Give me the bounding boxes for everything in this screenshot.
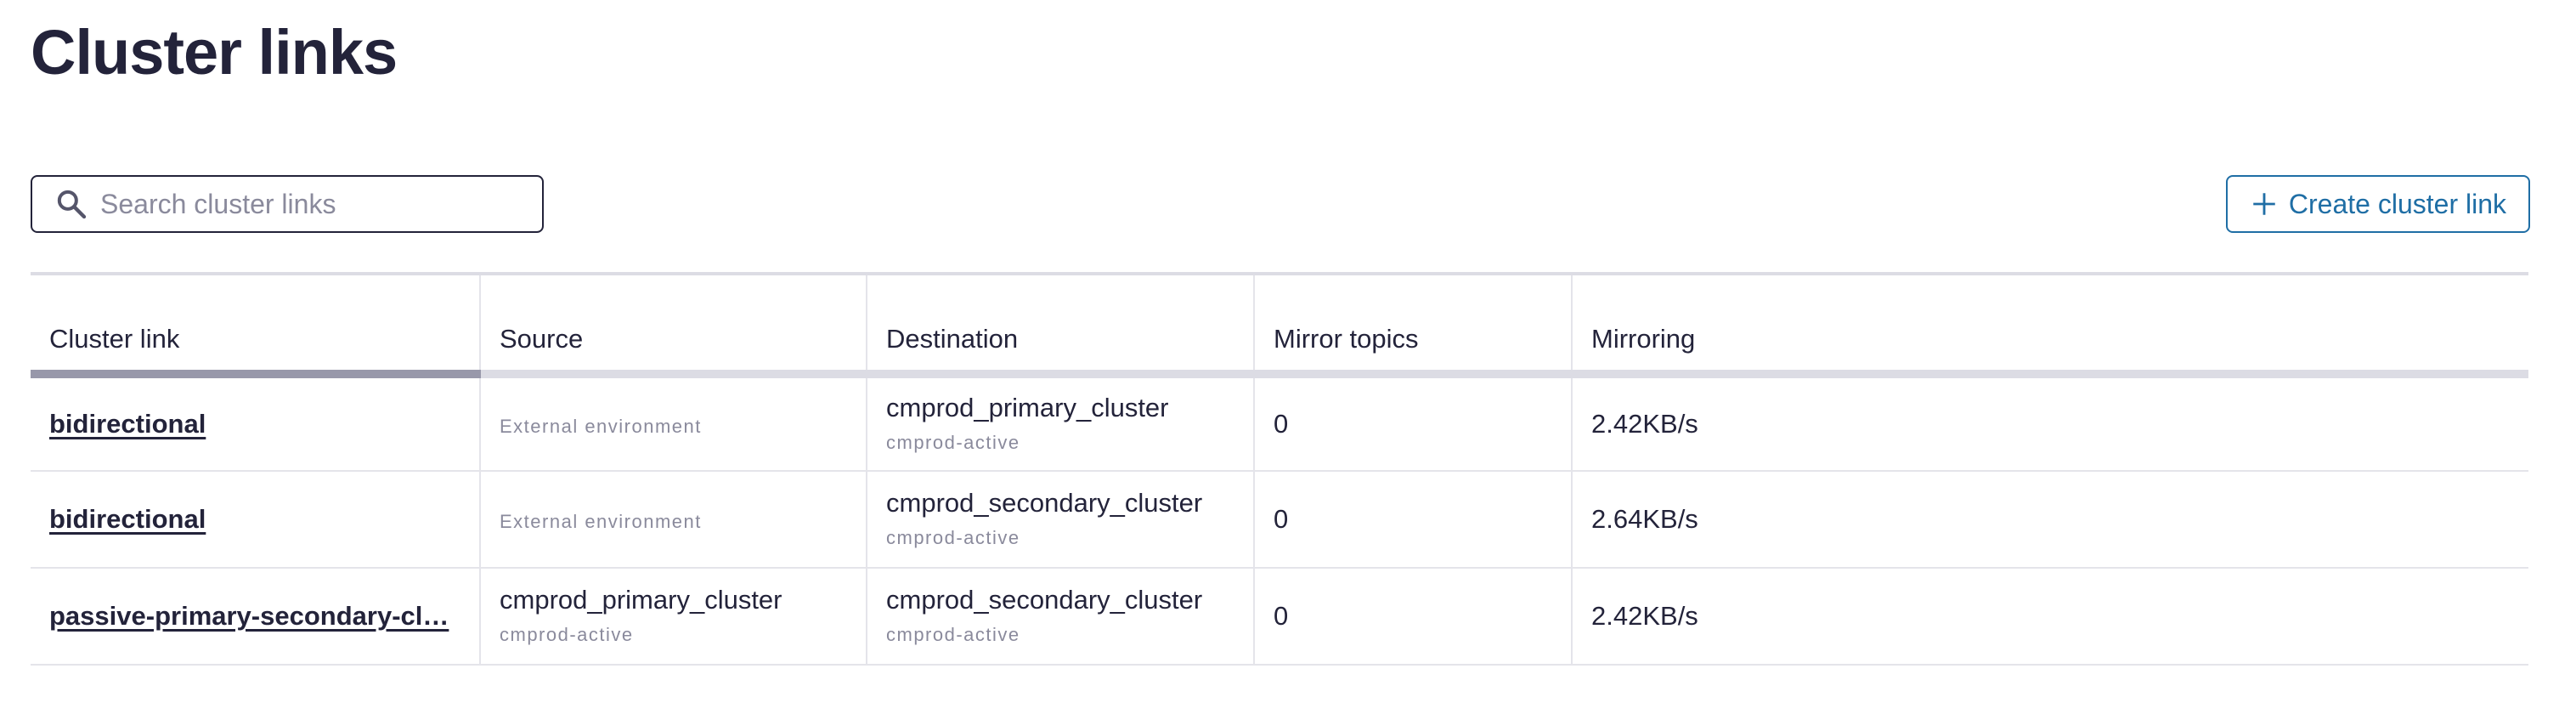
cell-destination: cmprod_secondary_cluster cmprod-active — [867, 471, 1255, 569]
create-cluster-link-button[interactable]: Create cluster link — [2225, 175, 2530, 233]
column-header-cluster-link[interactable]: Cluster link — [31, 272, 481, 378]
table-row: passive-primary-secondary-cl… cmprod_pri… — [31, 568, 2528, 666]
search-icon — [57, 190, 87, 219]
cell-destination: cmprod_secondary_cluster cmprod-active — [867, 568, 1255, 666]
destination-sub: cmprod-active — [886, 527, 1020, 548]
cell-mirroring: 2.42KB/s — [1572, 568, 2528, 666]
destination-sub: cmprod-active — [886, 432, 1020, 453]
source-sub: cmprod-active — [500, 624, 634, 645]
cell-mirror-topics: 0 — [1254, 568, 1573, 666]
cell-mirror-topics: 0 — [1254, 374, 1573, 472]
search-box[interactable] — [31, 175, 544, 233]
source-sub: External environment — [500, 511, 702, 532]
cell-cluster-link: bidirectional — [31, 471, 481, 569]
cluster-link-name[interactable]: bidirectional — [49, 409, 460, 439]
search-input[interactable] — [100, 188, 525, 220]
source-name: cmprod_primary_cluster — [500, 585, 782, 615]
cell-cluster-link: bidirectional — [31, 374, 481, 472]
cell-source: External environment — [480, 374, 867, 472]
destination-name: cmprod_secondary_cluster — [886, 585, 1203, 615]
destination-sub: cmprod-active — [886, 624, 1020, 645]
cell-destination: cmprod_primary_cluster cmprod-active — [867, 374, 1255, 472]
table-row: bidirectional External environment cmpro… — [31, 471, 2528, 569]
cluster-link-name[interactable]: passive-primary-secondary-cl… — [49, 601, 460, 632]
column-header-mirror-topics[interactable]: Mirror topics — [1254, 272, 1573, 378]
cluster-links-table: Cluster link Source Destination Mirror t… — [31, 272, 2528, 666]
table-header-row: Cluster link Source Destination Mirror t… — [31, 272, 2528, 378]
page-title: Cluster links — [31, 17, 398, 88]
cell-cluster-link: passive-primary-secondary-cl… — [31, 568, 481, 666]
cluster-link-name[interactable]: bidirectional — [49, 504, 460, 535]
column-header-mirroring[interactable]: Mirroring — [1572, 272, 2528, 378]
cell-source: cmprod_primary_cluster cmprod-active — [480, 568, 867, 666]
create-cluster-link-label: Create cluster link — [2288, 188, 2506, 219]
source-sub: External environment — [500, 416, 702, 437]
column-header-source[interactable]: Source — [480, 272, 867, 378]
destination-name: cmprod_secondary_cluster — [886, 488, 1203, 518]
table-row: bidirectional External environment cmpro… — [31, 374, 2528, 472]
column-header-destination[interactable]: Destination — [867, 272, 1255, 378]
plus-icon — [2253, 193, 2275, 215]
destination-name: cmprod_primary_cluster — [886, 393, 1169, 422]
cell-mirror-topics: 0 — [1254, 471, 1573, 569]
cell-source: External environment — [480, 471, 867, 569]
cell-mirroring: 2.42KB/s — [1572, 374, 2528, 472]
cell-mirroring: 2.64KB/s — [1572, 471, 2528, 569]
